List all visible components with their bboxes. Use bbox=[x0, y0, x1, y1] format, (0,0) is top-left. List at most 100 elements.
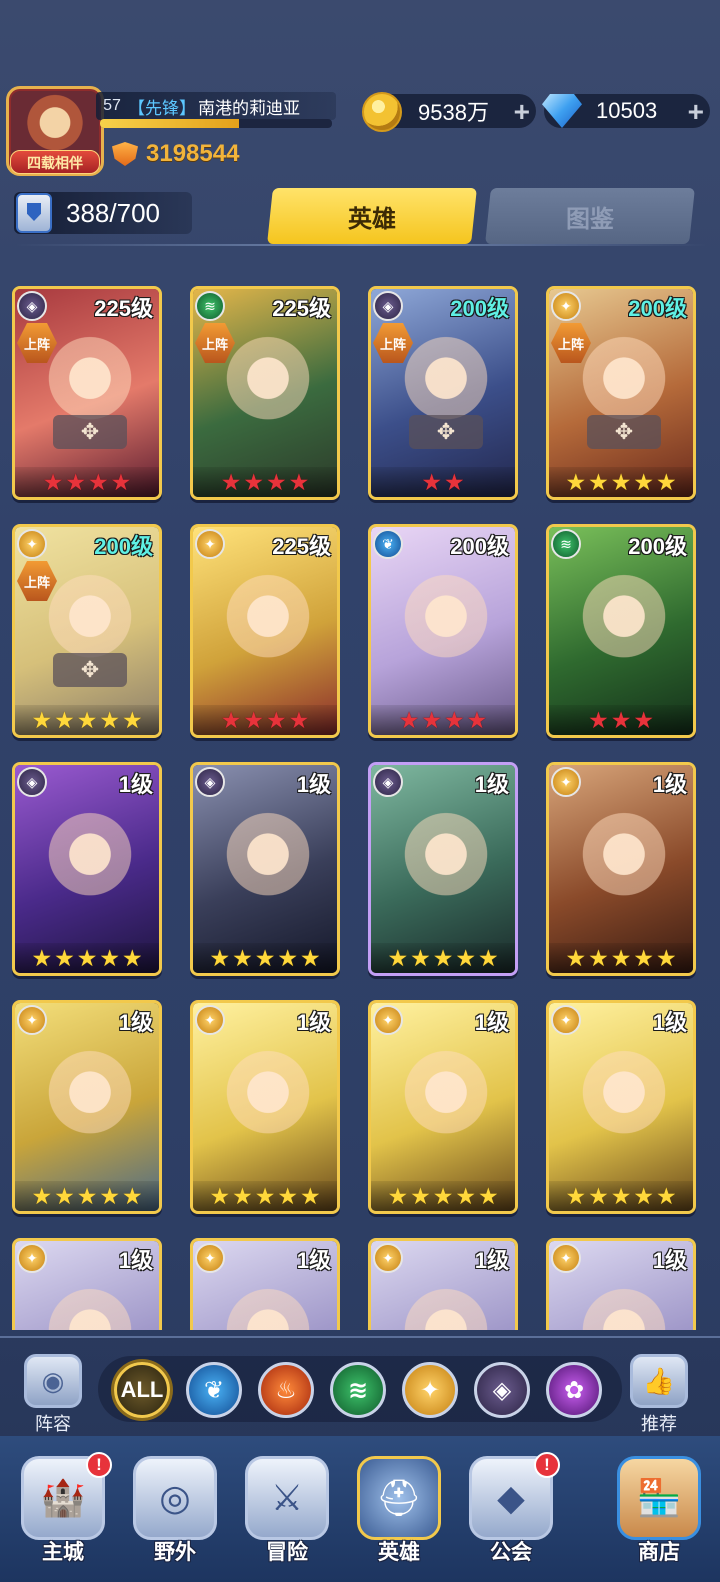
hero-grid[interactable]: ◈ 225级 上阵 ✥ ★ ★ ★ ★ ≋ 225级 上阵 ★ ★ ★ ★ ◈ 200级 上阵 ✥ ★ ★ ✦ 200级 上阵… bbox=[12, 286, 708, 1330]
tab-heroes-label: 英雄 bbox=[348, 205, 396, 233]
shop-icon: 🏪 bbox=[617, 1456, 701, 1540]
recommend-label: 推荐 bbox=[641, 1414, 677, 1434]
void-faction-icon: ◈ bbox=[17, 291, 47, 321]
nav-guild[interactable]: ◆ 公会 ! bbox=[456, 1452, 566, 1576]
hero-card[interactable]: ✦1级★★★★★ bbox=[368, 1000, 518, 1214]
light-faction-icon: ✦ bbox=[195, 529, 225, 559]
hero-card[interactable]: ✦1级★★★★★ bbox=[546, 1238, 696, 1330]
filter-all-button[interactable]: ALL bbox=[114, 1362, 170, 1418]
star-rating: ★ ★ ★ ★ ★ bbox=[15, 943, 159, 973]
hero-level: 1级 bbox=[652, 1248, 687, 1273]
light-faction-icon: ✦ bbox=[551, 1005, 581, 1035]
light-faction-icon: ✦ bbox=[17, 529, 47, 559]
hero-level: 1级 bbox=[474, 1248, 509, 1273]
nav-wild[interactable]: ◎ 野外 bbox=[120, 1456, 230, 1576]
star-icon: ★ bbox=[610, 944, 632, 971]
star-icon: ★ bbox=[266, 468, 287, 495]
light-faction-icon: ✦ bbox=[373, 1243, 403, 1273]
hero-card[interactable]: ≋ 225级 上阵 ★ ★ ★ ★ bbox=[190, 286, 340, 500]
hero-level: 225级 bbox=[272, 534, 331, 559]
star-icon: ★ bbox=[588, 1182, 609, 1209]
gem-currency: 10503 + bbox=[542, 94, 710, 128]
star-icon: ★ bbox=[266, 706, 287, 733]
storm-faction-icon: ≋ bbox=[551, 529, 581, 559]
nav-adventure[interactable]: ⚔ 冒险 bbox=[232, 1456, 342, 1576]
hero-card[interactable]: ◈ 200级 上阵 ✥ ★ ★ bbox=[368, 286, 518, 500]
tab-heroes[interactable]: 英雄 bbox=[267, 188, 477, 244]
hero-level: 1级 bbox=[296, 772, 331, 797]
star-rating: ★ ★ ★ ★ ★ bbox=[549, 467, 693, 497]
lineup-button[interactable]: ◉ 阵容 bbox=[22, 1354, 84, 1434]
void-faction-icon: ◈ bbox=[17, 767, 47, 797]
star-icon: ★ bbox=[655, 944, 677, 971]
hero-card[interactable]: ❦ 200级 ★ ★ ★ ★ bbox=[368, 524, 518, 738]
hero-count[interactable]: 388/700 bbox=[14, 192, 192, 234]
bottom-nav: 🏰 主城 ! ◎ 野外 ⚔ 冒险 ⛑ 英雄 ◆ 公会 ! 🏪 商店 bbox=[0, 1436, 720, 1582]
faction-filter-bar: ◉ 阵容 ALL ❦ ♨ ≋ ✦ ◈ ✿ 👍 推荐 bbox=[0, 1336, 720, 1436]
add-gems-button[interactable]: + bbox=[688, 96, 704, 128]
equipment-emblem-icon: ✥ bbox=[53, 415, 127, 449]
hero-card[interactable]: ✦1级★★★★★ bbox=[190, 1000, 340, 1214]
star-icon: ★ bbox=[99, 706, 120, 733]
star-icon: ★ bbox=[455, 1182, 476, 1209]
star-icon: ★ bbox=[410, 944, 431, 971]
alert-badge: ! bbox=[86, 1452, 112, 1478]
star-icon: ★ bbox=[565, 1182, 587, 1209]
tab-divider bbox=[16, 244, 706, 246]
star-icon: ★ bbox=[466, 706, 488, 733]
star-icon: ★ bbox=[232, 1182, 253, 1209]
power-value: 3198544 bbox=[146, 140, 240, 167]
hero-card[interactable]: ◈ 225级 上阵 ✥ ★ ★ ★ ★ bbox=[12, 286, 162, 500]
hero-card[interactable]: ◈ 1级 ★ ★ ★ ★ ★ bbox=[368, 762, 518, 976]
hero-level: 200级 bbox=[450, 296, 509, 321]
filter-chaos-icon[interactable]: ✿ bbox=[546, 1362, 602, 1418]
nav-heroes[interactable]: ⛑ 英雄 bbox=[344, 1456, 454, 1576]
filter-storm-icon[interactable]: ≋ bbox=[330, 1362, 386, 1418]
aqua-faction-icon: ❦ bbox=[373, 529, 403, 559]
star-rating: ★ ★ bbox=[371, 467, 515, 497]
nav-main-city[interactable]: 🏰 主城 ! bbox=[8, 1452, 118, 1576]
filter-void-icon[interactable]: ◈ bbox=[474, 1362, 530, 1418]
tab-atlas-label: 图鉴 bbox=[566, 205, 614, 233]
star-icon: ★ bbox=[565, 468, 587, 495]
nav-shop[interactable]: 🏪 商店 bbox=[604, 1456, 714, 1576]
star-icon: ★ bbox=[54, 706, 75, 733]
gold-coin-icon bbox=[362, 92, 402, 132]
filter-light-icon[interactable]: ✦ bbox=[402, 1362, 458, 1418]
nav-main-city-label: 主城 bbox=[42, 1541, 84, 1564]
hero-card[interactable]: ✦ 200级 上阵 ✥ ★ ★ ★ ★ ★ bbox=[12, 524, 162, 738]
hero-card[interactable]: ≋ 200级 ★ ★ ★ bbox=[546, 524, 696, 738]
filter-aqua-icon[interactable]: ❦ bbox=[186, 1362, 242, 1418]
hero-card[interactable]: ✦1级★★★★★ bbox=[368, 1238, 518, 1330]
star-icon: ★ bbox=[243, 468, 264, 495]
star-icon: ★ bbox=[455, 944, 476, 971]
hero-card[interactable]: ✦1级★★★★★ bbox=[190, 1238, 340, 1330]
hero-card[interactable]: ✦1级★★★★★ bbox=[12, 1238, 162, 1330]
hero-level: 200级 bbox=[94, 534, 153, 559]
star-icon: ★ bbox=[655, 468, 677, 495]
star-rating: ★ ★ ★ ★ ★ bbox=[549, 943, 693, 973]
recommend-button[interactable]: 👍 推荐 bbox=[628, 1354, 690, 1434]
hero-card[interactable]: ✦1级★★★★★ bbox=[12, 1000, 162, 1214]
hero-card[interactable]: ✦1级★★★★★ bbox=[546, 1000, 696, 1214]
hero-card[interactable]: ◈ 1级 ★ ★ ★ ★ ★ bbox=[190, 762, 340, 976]
hero-level: 1级 bbox=[474, 772, 509, 797]
void-faction-icon: ◈ bbox=[373, 291, 403, 321]
filter-fire-icon[interactable]: ♨ bbox=[258, 1362, 314, 1418]
star-icon: ★ bbox=[444, 706, 465, 733]
star-icon: ★ bbox=[31, 944, 53, 971]
light-faction-icon: ✦ bbox=[373, 1005, 403, 1035]
hero-card[interactable]: ✦ 225级 ★ ★ ★ ★ bbox=[190, 524, 340, 738]
star-icon: ★ bbox=[209, 944, 231, 971]
add-gold-button[interactable]: + bbox=[514, 96, 530, 128]
hero-card[interactable]: ✦1级★★★★★ bbox=[546, 762, 696, 976]
light-faction-icon: ✦ bbox=[551, 291, 581, 321]
player-name: 南港的莉迪亚 bbox=[198, 98, 300, 118]
exp-fill bbox=[100, 119, 240, 128]
tab-atlas[interactable]: 图鉴 bbox=[485, 188, 695, 244]
star-icon: ★ bbox=[633, 1182, 654, 1209]
hero-card[interactable]: ◈ 1级 ★ ★ ★ ★ ★ bbox=[12, 762, 162, 976]
star-icon: ★ bbox=[633, 944, 654, 971]
hero-card[interactable]: ✦ 200级 上阵 ✥ ★ ★ ★ ★ ★ bbox=[546, 286, 696, 500]
thumbs-up-icon: 👍 bbox=[630, 1354, 688, 1408]
